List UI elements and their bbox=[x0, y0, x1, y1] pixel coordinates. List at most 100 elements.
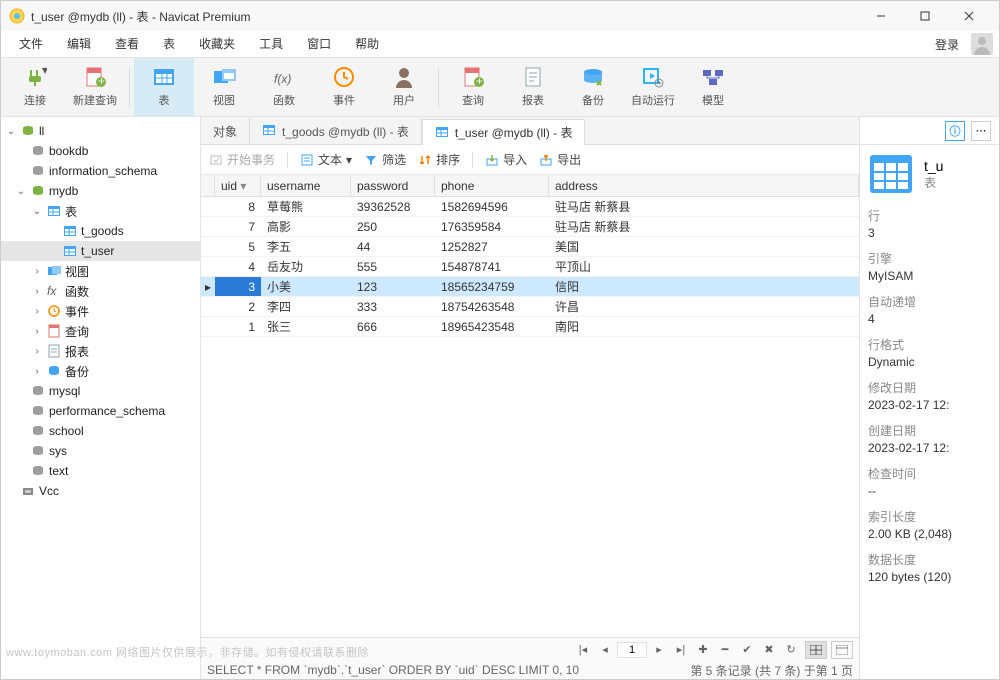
menu-文件[interactable]: 文件 bbox=[7, 31, 55, 57]
tab-t_user @mydb (ll) - 表[interactable]: t_user @mydb (ll) - 表 bbox=[422, 119, 586, 145]
menu-编辑[interactable]: 编辑 bbox=[55, 31, 103, 57]
menu-工具[interactable]: 工具 bbox=[247, 31, 295, 57]
tree-备份[interactable]: ›备份 bbox=[1, 361, 200, 381]
connection-tree[interactable]: ⌄llbookdbinformation_schema⌄mydb⌄表t_good… bbox=[1, 117, 201, 679]
db-green-icon bbox=[30, 184, 46, 198]
toolbar-自动运行[interactable]: 自动运行 bbox=[623, 58, 683, 116]
tree-事件[interactable]: ›事件 bbox=[1, 301, 200, 321]
menu-表[interactable]: 表 bbox=[151, 31, 187, 57]
tree-performance_schema[interactable]: performance_schema bbox=[1, 401, 200, 421]
pager-prev[interactable]: ◂ bbox=[595, 641, 615, 659]
tree-报表[interactable]: ›报表 bbox=[1, 341, 200, 361]
tree-caret-icon[interactable]: › bbox=[31, 346, 43, 357]
info-tab-ddl[interactable]: ⋯ bbox=[971, 121, 991, 141]
tab-对象[interactable]: 对象 bbox=[201, 118, 250, 144]
toolbar-模型[interactable]: 模型 bbox=[683, 58, 743, 116]
toolbar-表[interactable]: 表 bbox=[134, 58, 194, 116]
col-password[interactable]: password bbox=[351, 175, 435, 196]
toolbar-查询[interactable]: +查询 bbox=[443, 58, 503, 116]
app-logo bbox=[9, 8, 25, 24]
toolbar-函数[interactable]: f(x)函数 bbox=[254, 58, 314, 116]
view-grid-button[interactable] bbox=[805, 641, 827, 659]
tree-Vcc[interactable]: Vcc bbox=[1, 481, 200, 501]
pager-next[interactable]: ▸ bbox=[649, 641, 669, 659]
info-tab-general[interactable]: ⓘ bbox=[945, 121, 965, 141]
content-area: 对象t_goods @mydb (ll) - 表t_user @mydb (ll… bbox=[201, 117, 859, 679]
minimize-button[interactable] bbox=[859, 1, 903, 31]
pager-first[interactable]: |◂ bbox=[573, 641, 593, 659]
table-blue-icon bbox=[62, 224, 78, 238]
toolbar-事件[interactable]: 事件 bbox=[314, 58, 374, 116]
tree-t_user[interactable]: t_user bbox=[1, 241, 200, 261]
menu-查看[interactable]: 查看 bbox=[103, 31, 151, 57]
tree-函数[interactable]: ›fx函数 bbox=[1, 281, 200, 301]
table-row[interactable]: 1 张三 666 18965423548 南阳 bbox=[201, 317, 859, 337]
fx-icon: f(x) bbox=[272, 66, 296, 88]
maximize-button[interactable] bbox=[903, 1, 947, 31]
menu-帮助[interactable]: 帮助 bbox=[343, 31, 391, 57]
table-row[interactable]: 4 岳友功 555 154878741 平顶山 bbox=[201, 257, 859, 277]
toolbar-新建查询[interactable]: +新建查询 bbox=[65, 58, 125, 116]
tree-t_goods[interactable]: t_goods bbox=[1, 221, 200, 241]
pager-last[interactable]: ▸| bbox=[671, 641, 691, 659]
view-form-button[interactable] bbox=[831, 641, 853, 659]
col-username[interactable]: username bbox=[261, 175, 351, 196]
pager-apply[interactable]: ✔ bbox=[737, 641, 757, 659]
menu-窗口[interactable]: 窗口 bbox=[295, 31, 343, 57]
pager-page-input[interactable] bbox=[617, 642, 647, 658]
table-row[interactable]: 7 高影 250 176359584 驻马店 新蔡县 bbox=[201, 217, 859, 237]
tree-caret-icon[interactable]: ⌄ bbox=[31, 206, 43, 217]
toolbar-连接[interactable]: ▾连接 bbox=[5, 58, 65, 116]
tree-mysql[interactable]: mysql bbox=[1, 381, 200, 401]
login-link[interactable]: 登录 bbox=[927, 36, 967, 53]
tree-caret-icon[interactable]: ⌄ bbox=[15, 186, 27, 197]
tree-school[interactable]: school bbox=[1, 421, 200, 441]
tree-caret-icon[interactable]: › bbox=[31, 266, 43, 277]
tree-bookdb[interactable]: bookdb bbox=[1, 141, 200, 161]
tree-视图[interactable]: ›视图 bbox=[1, 261, 200, 281]
pager-refresh[interactable]: ↻ bbox=[781, 641, 801, 659]
view-blue-icon bbox=[46, 264, 62, 278]
avatar[interactable] bbox=[971, 33, 993, 55]
tree-caret-icon[interactable]: ⌄ bbox=[5, 126, 17, 137]
tree-ll[interactable]: ⌄ll bbox=[1, 121, 200, 141]
table-row[interactable]: 5 李五 44 1252827 美国 bbox=[201, 237, 859, 257]
toolbar-报表[interactable]: 报表 bbox=[503, 58, 563, 116]
col-uid[interactable]: uid ▾ bbox=[215, 175, 261, 196]
export-button[interactable]: 导出 bbox=[539, 151, 581, 168]
import-button[interactable]: 导入 bbox=[485, 151, 527, 168]
tree-sys[interactable]: sys bbox=[1, 441, 200, 461]
col-phone[interactable]: phone bbox=[435, 175, 549, 196]
tree-caret-icon[interactable]: › bbox=[31, 326, 43, 337]
toolbar-用户[interactable]: 用户 bbox=[374, 58, 434, 116]
sort-button[interactable]: 排序 bbox=[418, 151, 460, 168]
toolbar-视图[interactable]: 视图 bbox=[194, 58, 254, 116]
data-grid[interactable]: uid ▾ username password phone address 8 … bbox=[201, 175, 859, 637]
grid-header[interactable]: uid ▾ username password phone address bbox=[201, 175, 859, 197]
filter-button[interactable]: 筛选 bbox=[364, 151, 406, 168]
table-row[interactable]: ▸ 3 小美 123 18565234759 信阳 bbox=[201, 277, 859, 297]
begin-tx-button[interactable]: 开始事务 bbox=[209, 151, 275, 168]
toolbar-备份[interactable]: 备份 bbox=[563, 58, 623, 116]
tab-t_goods @mydb (ll) - 表[interactable]: t_goods @mydb (ll) - 表 bbox=[250, 118, 422, 144]
pager-add[interactable]: ✚ bbox=[693, 641, 713, 659]
prop-自动递增: 自动递增4 bbox=[868, 293, 991, 326]
col-address[interactable]: address bbox=[549, 175, 859, 196]
tree-caret-icon[interactable]: › bbox=[31, 306, 43, 317]
table-row[interactable]: 8 草莓熊 39362528 1582694596 驻马店 新蔡县 bbox=[201, 197, 859, 217]
close-button[interactable] bbox=[947, 1, 991, 31]
text-mode-button[interactable]: 文本 ▾ bbox=[300, 151, 352, 168]
menu-收藏夹[interactable]: 收藏夹 bbox=[187, 31, 247, 57]
conn-icon bbox=[20, 484, 36, 498]
pager-cancel[interactable]: ✖ bbox=[759, 641, 779, 659]
tree-查询[interactable]: ›查询 bbox=[1, 321, 200, 341]
tree-caret-icon[interactable]: › bbox=[31, 286, 43, 297]
table-row[interactable]: 2 李四 333 18754263548 许昌 bbox=[201, 297, 859, 317]
tree-mydb[interactable]: ⌄mydb bbox=[1, 181, 200, 201]
tree-表[interactable]: ⌄表 bbox=[1, 201, 200, 221]
tree-information_schema[interactable]: information_schema bbox=[1, 161, 200, 181]
tree-text[interactable]: text bbox=[1, 461, 200, 481]
table-actionbar: 开始事务 文本 ▾ 筛选 排序 导入 导出 bbox=[201, 145, 859, 175]
pager-del[interactable]: ━ bbox=[715, 641, 735, 659]
tree-caret-icon[interactable]: › bbox=[31, 366, 43, 377]
